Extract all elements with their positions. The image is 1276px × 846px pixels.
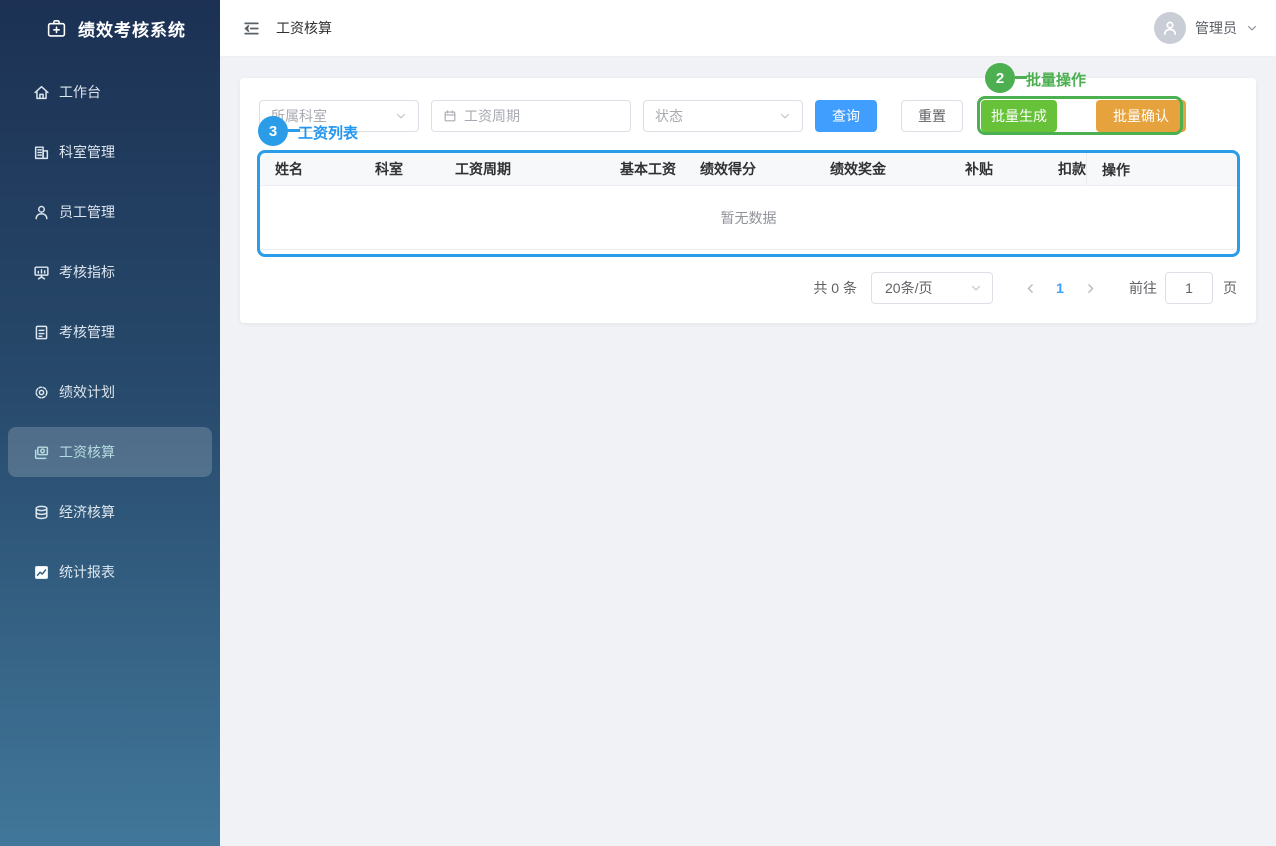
sidebar-item-performance-plan[interactable]: 绩效计划 (8, 367, 212, 417)
sidebar-item-label: 绩效计划 (59, 382, 115, 402)
chevron-down-icon (970, 282, 982, 294)
gear-icon (33, 384, 50, 401)
empty-text: 暂无数据 (721, 208, 777, 228)
page-size-select[interactable]: 20条/页 (871, 272, 993, 304)
page-size-value: 20条/页 (885, 278, 932, 298)
breadcrumb-page-title: 工资核算 (276, 18, 332, 38)
sidebar-item-departments[interactable]: 科室管理 (8, 127, 212, 177)
col-department: 科室 (360, 153, 440, 185)
sidebar-item-label: 工资核算 (59, 442, 115, 462)
page-number-1[interactable]: 1 (1045, 280, 1075, 296)
annotation-label-batch-actions: 批量操作 (1026, 69, 1086, 90)
table-empty-state: 暂无数据 (260, 186, 1237, 250)
sidebar-menu: 工作台 科室管理 员工管理 (0, 57, 220, 597)
goto-page-input[interactable] (1165, 272, 1213, 304)
goto-label: 前往 (1129, 278, 1157, 298)
avatar (1154, 12, 1186, 44)
sidebar-item-label: 员工管理 (59, 202, 115, 222)
chevron-right-icon[interactable] (1075, 282, 1105, 295)
sidebar-item-assessments[interactable]: 考核管理 (8, 307, 212, 357)
chevron-down-icon (395, 110, 407, 122)
col-name: 姓名 (260, 153, 360, 185)
sidebar-item-indicators[interactable]: 考核指标 (8, 247, 212, 297)
sidebar-item-label: 考核管理 (59, 322, 115, 342)
chevron-left-icon[interactable] (1015, 282, 1045, 295)
sidebar-item-label: 考核指标 (59, 262, 115, 282)
col-period: 工资周期 (440, 153, 605, 185)
salary-period-datepicker[interactable]: 工资周期 (431, 100, 631, 132)
sidebar: 绩效考核系统 工作台 科室管理 (0, 0, 220, 846)
total-count: 共 0 条 (813, 278, 857, 298)
sidebar-item-salary[interactable]: 工资核算 (8, 427, 212, 477)
user-icon (33, 204, 50, 221)
calendar-icon (443, 109, 457, 123)
chevron-down-icon (1246, 22, 1258, 34)
salary-card: 所属科室 工资周期 状态 查询 重置 (240, 78, 1256, 323)
sidebar-item-label: 科室管理 (59, 142, 115, 162)
period-placeholder: 工资周期 (464, 106, 520, 126)
pagination: 共 0 条 20条/页 1 前往 页 (813, 272, 1237, 304)
department-placeholder: 所属科室 (271, 106, 327, 126)
search-button[interactable]: 查询 (815, 100, 877, 132)
money-icon (33, 444, 50, 461)
col-base-salary: 基本工资 (605, 153, 685, 185)
status-placeholder: 状态 (655, 106, 683, 126)
table-header-row: 姓名 科室 工资周期 基本工资 绩效得分 绩效奖金 补贴 扣款 操作 (260, 153, 1237, 186)
annotation-connector-2 (1015, 76, 1027, 79)
building-icon (33, 144, 50, 161)
col-actions: 操作 (1086, 153, 1237, 186)
database-icon (33, 504, 50, 521)
user-menu[interactable]: 管理员 (1154, 12, 1258, 44)
fold-sidebar-icon[interactable] (242, 19, 261, 38)
home-icon (33, 84, 50, 101)
col-performance-score: 绩效得分 (685, 153, 815, 185)
medical-kit-icon (46, 18, 67, 39)
batch-confirm-button[interactable]: 批量确认 (1096, 100, 1186, 132)
status-select[interactable]: 状态 (643, 100, 803, 132)
topbar: 工资核算 管理员 (220, 0, 1276, 57)
col-performance-bonus: 绩效奖金 (815, 153, 950, 185)
chevron-down-icon (779, 110, 791, 122)
annotation-badge-2: 2 (985, 63, 1015, 93)
sidebar-item-label: 统计报表 (59, 562, 115, 582)
sidebar-item-workbench[interactable]: 工作台 (8, 67, 212, 117)
col-subsidy: 补贴 (950, 153, 1043, 185)
sidebar-item-label: 经济核算 (59, 502, 115, 522)
page-unit-label: 页 (1223, 278, 1237, 298)
app-root: 绩效考核系统 工作台 科室管理 (0, 0, 1276, 846)
presentation-board-icon (33, 264, 50, 281)
sidebar-item-reports[interactable]: 统计报表 (8, 547, 212, 597)
reset-button[interactable]: 重置 (901, 100, 963, 132)
chart-icon (33, 564, 50, 581)
document-icon (33, 324, 50, 341)
sidebar-item-economics[interactable]: 经济核算 (8, 487, 212, 537)
main-content: 所属科室 工资周期 状态 查询 重置 (220, 58, 1276, 846)
sidebar-item-employees[interactable]: 员工管理 (8, 187, 212, 237)
app-title: 绩效考核系统 (78, 16, 186, 41)
salary-table: 姓名 科室 工资周期 基本工资 绩效得分 绩效奖金 补贴 扣款 操作 暂无数据 (260, 153, 1237, 250)
batch-generate-button[interactable]: 批量生成 (981, 100, 1057, 132)
department-select[interactable]: 所属科室 (259, 100, 419, 132)
user-name: 管理员 (1195, 18, 1237, 38)
app-logo: 绩效考核系统 (0, 0, 220, 57)
sidebar-item-label: 工作台 (59, 82, 101, 102)
